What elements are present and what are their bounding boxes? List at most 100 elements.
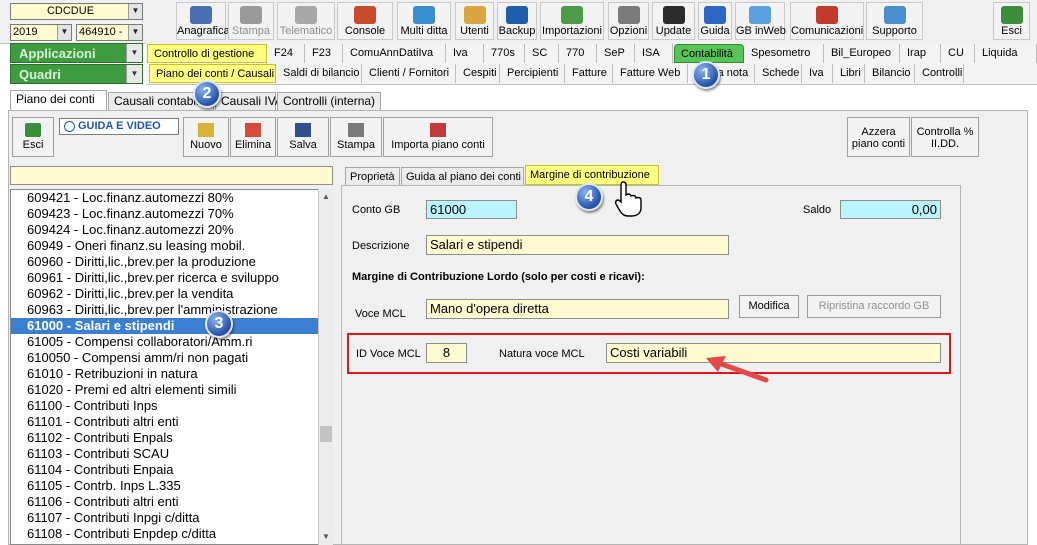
saldo-field[interactable]: 0,00 (840, 200, 941, 219)
list-item[interactable]: 609424 - Loc.finanz.automezzi 20% (11, 222, 332, 238)
ribbon-tab-isa[interactable]: ISA (636, 44, 673, 63)
nuovo-button[interactable]: Nuovo (183, 117, 229, 157)
list-item[interactable]: 61105 - Contrb. Inps L.335 (11, 478, 332, 494)
toolbar-opzioni-button[interactable]: Opzioni (608, 2, 649, 40)
descrizione-field[interactable]: Salari e stipendi (426, 235, 729, 255)
conto-gb-field[interactable]: 61000 (426, 200, 517, 219)
toolbar-anagrafica-button[interactable]: Anagrafica (176, 2, 230, 40)
list-item[interactable]: 60962 - Diritti,lic.,brev.per la vendita (11, 286, 332, 302)
list-item[interactable]: 61107 - Contributi Inpgi c/ditta (11, 510, 332, 526)
scroll-up-icon[interactable]: ▲ (319, 189, 333, 204)
toolbar-comunicazioni-button[interactable]: Comunicazioni (790, 2, 864, 40)
company-select[interactable]: CDCDUE ▼ (10, 3, 143, 20)
ribbon-subtab-clienti-fornitori[interactable]: Clienti / Fornitori (363, 64, 456, 83)
ribbon-tab-sep[interactable]: SeP (598, 44, 635, 63)
toolbar-gb-inweb-button[interactable]: GB inWeb (735, 2, 786, 40)
id-voce-mcl-field[interactable]: 8 (426, 343, 467, 363)
azzera-piano-conti-button[interactable]: Azzera piano conti (847, 117, 910, 157)
chevron-down-icon[interactable]: ▼ (57, 25, 71, 40)
ribbon-tab-770[interactable]: 770 (560, 44, 597, 63)
list-item[interactable]: 60949 - Oneri finanz.su leasing mobil. (11, 238, 332, 254)
ripristina-raccordo-button[interactable]: Ripristina raccordo GB (807, 295, 941, 318)
list-item[interactable]: 61101 - Contributi altri enti (11, 414, 332, 430)
list-item[interactable]: 60960 - Diritti,lic.,brev.per la produzi… (11, 254, 332, 270)
controlla-iidd-button[interactable]: Controlla % II.DD. (911, 117, 979, 157)
ribbon-tab-bil-europeo[interactable]: Bil_Europeo (825, 44, 900, 63)
toolbar-console-button[interactable]: Console (337, 2, 393, 40)
list-item[interactable]: 61102 - Contributi Enpals (11, 430, 332, 446)
modifica-button[interactable]: Modifica (739, 295, 799, 318)
ribbon-tab-spesometro[interactable]: Spesometro (745, 44, 824, 63)
list-item[interactable]: 609421 - Loc.finanz.automezzi 80% (11, 190, 332, 206)
stampa-button[interactable]: Stampa (330, 117, 382, 157)
voce-mcl-field[interactable]: Mano d'opera diretta (426, 299, 729, 319)
ribbon-subtab-controlli[interactable]: Controlli (916, 64, 964, 83)
list-item[interactable]: 61010 - Retribuzioni in natura (11, 366, 332, 382)
ribbon-tab-f23[interactable]: F23 (306, 44, 343, 63)
list-item[interactable]: 61020 - Premi ed altri elementi simili (11, 382, 332, 398)
ribbon-tab-sc[interactable]: SC (526, 44, 559, 63)
list-item[interactable]: 61005 - Compensi collaboratori/Amm.ri (11, 334, 332, 350)
applicazioni-selector[interactable]: Applicazioni ▼ (10, 43, 143, 63)
toolbar-guida-button[interactable]: Guida (698, 2, 732, 40)
ribbon-subtab-saldi-di-bilancio[interactable]: Saldi di bilancio (277, 64, 362, 83)
account-list-scrollbar[interactable]: ▲ ▼ (318, 189, 333, 545)
list-item[interactable]: 61103 - Contributi SCAU (11, 446, 332, 462)
ribbon-tab-irap[interactable]: Irap (901, 44, 941, 63)
year-select[interactable]: 2019 ▼ (10, 24, 72, 41)
salva-button[interactable]: Salva (277, 117, 329, 157)
main-tab-causali-iva[interactable]: Causali IVA (215, 92, 283, 110)
list-item[interactable]: 61108 - Contributi Enpdep c/ditta (11, 526, 332, 542)
esci-button[interactable]: Esci (12, 117, 54, 157)
ribbon-subtab-fatture-web[interactable]: Fatture Web (614, 64, 688, 83)
chevron-down-icon[interactable]: ▼ (128, 4, 142, 19)
scroll-down-icon[interactable]: ▼ (319, 529, 333, 544)
ribbon-tab-iva[interactable]: Iva (447, 44, 484, 63)
detail-tab-propriet-[interactable]: Proprietà (345, 167, 400, 186)
toolbar-update-button[interactable]: Update (652, 2, 695, 40)
list-item[interactable]: 60963 - Diritti,lic.,brev.per l'amminist… (11, 302, 332, 318)
ribbon-tab-f24[interactable]: F24 (268, 44, 305, 63)
ribbon-subtab-libri[interactable]: Libri (834, 64, 865, 83)
ribbon-tab-cu[interactable]: CU (942, 44, 975, 63)
chevron-down-icon[interactable]: ▼ (126, 44, 142, 62)
importa-piano-conti-button[interactable]: Importa piano conti (383, 117, 493, 157)
toolbar-supporto-button[interactable]: Supporto (866, 2, 923, 40)
ribbon-subtab-fatture[interactable]: Fatture (566, 64, 613, 83)
ribbon-tab-controllo-di-gestione[interactable]: Controllo di gestione (147, 44, 267, 63)
main-tab-piano-dei-conti[interactable]: Piano dei conti (10, 90, 107, 110)
list-item-selected[interactable]: 61000 - Salari e stipendi (11, 318, 332, 334)
list-item[interactable]: 60961 - Diritti,lic.,brev.per ricerca e … (11, 270, 332, 286)
code-select[interactable]: 464910 - ▼ (76, 24, 143, 41)
detail-tab-guida-al-piano-dei-conti[interactable]: Guida al piano dei conti (401, 167, 524, 186)
toolbar-backup-button[interactable]: Backup (497, 2, 537, 40)
main-tab-controlli-interna-[interactable]: Controlli (interna) (277, 92, 381, 110)
ribbon-tab-770s[interactable]: 770s (485, 44, 525, 63)
list-item[interactable]: 610050 - Compensi amm/ri non pagati (11, 350, 332, 366)
list-item[interactable]: 61106 - Contributi altri enti (11, 494, 332, 510)
chevron-down-icon[interactable]: ▼ (126, 65, 142, 83)
ribbon-subtab-schede[interactable]: Schede (756, 64, 802, 83)
list-item[interactable]: 609423 - Loc.finanz.automezzi 70% (11, 206, 332, 222)
ribbon-subtab-cespiti[interactable]: Cespiti (457, 64, 500, 83)
ribbon-subtab-iva[interactable]: Iva (803, 64, 833, 83)
toolbar-utenti-button[interactable]: Utenti (455, 2, 494, 40)
ribbon-tab-contabilit-[interactable]: Contabilità (674, 44, 744, 63)
elimina-button[interactable]: Elimina (230, 117, 276, 157)
list-item[interactable]: 61100 - Contributi Inps (11, 398, 332, 414)
account-search-input[interactable] (10, 166, 333, 185)
toolbar-importazioni-button[interactable]: Importazioni (540, 2, 604, 40)
list-item[interactable]: 61104 - Contributi Enpaia (11, 462, 332, 478)
ribbon-tab-liquida[interactable]: Liquida (976, 44, 1037, 63)
ribbon-subtab-percipienti[interactable]: Percipienti (501, 64, 565, 83)
ribbon-subtab-bilancio[interactable]: Bilancio (866, 64, 915, 83)
chevron-down-icon[interactable]: ▼ (128, 25, 142, 40)
quadri-selector[interactable]: Quadri ▼ (10, 64, 143, 84)
toolbar-stampa-button[interactable]: Stampa (228, 2, 274, 40)
toolbar-multi-ditta-button[interactable]: Multi ditta (397, 2, 451, 40)
toolbar-telematico-button[interactable]: Telematico (277, 2, 335, 40)
scrollbar-thumb[interactable] (320, 426, 332, 442)
ribbon-tab-comuanndatiiva[interactable]: ComuAnnDatiIva (344, 44, 446, 63)
account-list[interactable]: 609421 - Loc.finanz.automezzi 80% 609423 … (10, 189, 333, 545)
guida-e-video-button[interactable]: GUIDA E VIDEO (59, 118, 179, 135)
